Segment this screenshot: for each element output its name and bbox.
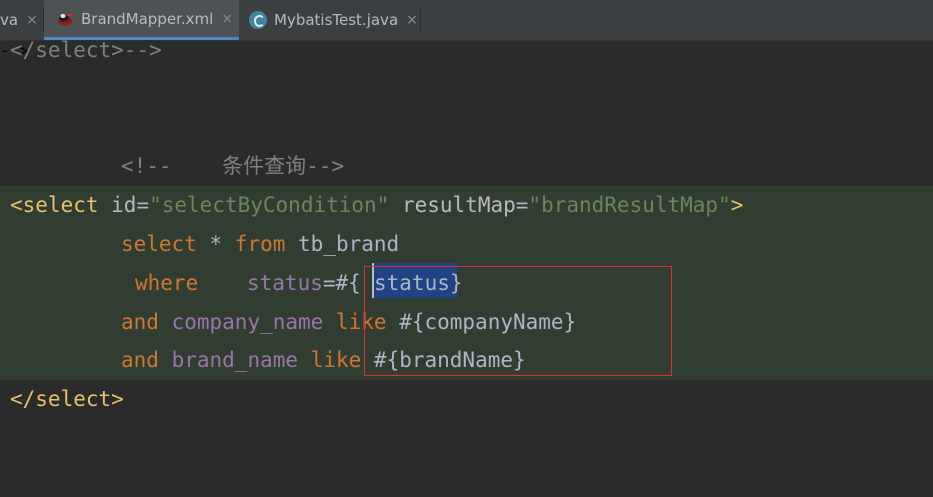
code-line-select-open[interactable]: <select id="selectByCondition" resultMap…	[0, 186, 933, 225]
comment-text: <!-- 条件查询-->	[121, 154, 345, 178]
sql-keyword: and	[121, 348, 159, 372]
code-line-sql-select[interactable]: select * from tb_brand	[0, 225, 933, 264]
xml-attr-name: id	[98, 193, 137, 217]
sql-keyword: and	[121, 310, 159, 334]
xml-tag: </select>	[10, 387, 124, 411]
equals-sign: =	[136, 193, 150, 217]
tab-separator	[420, 8, 421, 32]
sql-keyword: where	[135, 271, 199, 295]
sql-table: tb_brand	[285, 232, 400, 256]
code-line-select-close[interactable]: </select>	[0, 380, 933, 419]
equals-sign: =	[515, 193, 529, 217]
xml-attr-value: "selectByCondition"	[149, 193, 390, 217]
sql-field: company_name	[171, 310, 324, 334]
xml-attr-name: resultMap	[389, 193, 516, 217]
sql-keyword: select	[121, 232, 197, 256]
tab-label: MybatisTest.java	[274, 11, 399, 29]
annotation-box	[364, 266, 672, 376]
xml-tag: <select	[10, 193, 99, 217]
mybatis-xml-icon	[56, 10, 74, 28]
xml-tag: >	[730, 193, 744, 217]
java-class-icon	[249, 11, 267, 29]
placeholder-open: =#{	[322, 271, 361, 295]
tab-close-icon[interactable]: ×	[26, 12, 38, 28]
code-line[interactable]: <!-- 条件查询-->	[0, 147, 933, 186]
tab-close-icon[interactable]: ×	[221, 11, 233, 27]
tab-label: BrandMapper.xml	[81, 9, 214, 28]
comment-fragment: </select>-->	[10, 38, 162, 62]
tab-close-icon[interactable]: ×	[406, 12, 418, 28]
sql-keyword: from	[234, 232, 286, 256]
sql-field: status	[247, 271, 323, 295]
tab-label: va	[0, 11, 19, 29]
sql-star: *	[196, 232, 235, 256]
sql-field: brand_name	[171, 348, 299, 372]
sql-keyword: like	[310, 348, 362, 372]
code-line[interactable]: </select>-->	[0, 31, 933, 70]
xml-attr-value: "brandResultMap"	[528, 193, 731, 217]
